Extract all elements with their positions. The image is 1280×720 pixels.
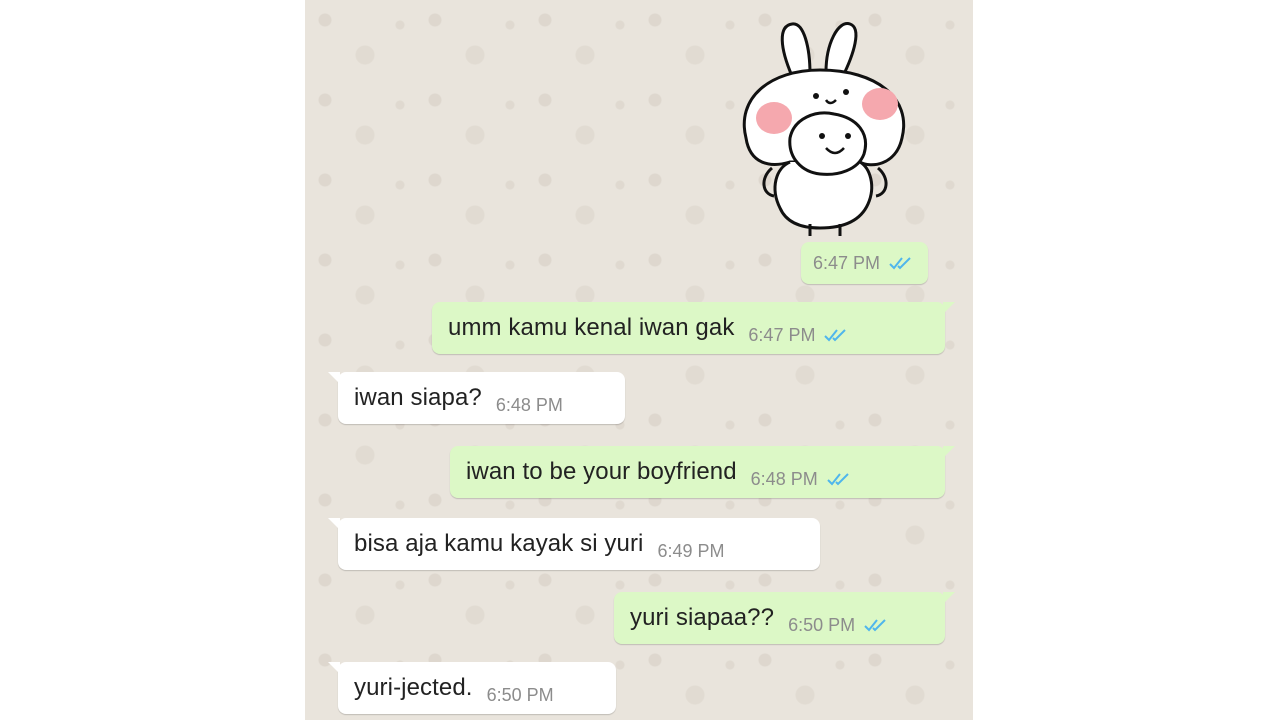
message-bubble-outgoing[interactable]: umm kamu kenal iwan gak 6:47 PM [432,302,955,354]
double-check-read-icon [823,327,851,343]
message-time: 6:47 PM [748,324,816,345]
message-time: 6:47 PM [813,252,881,273]
double-check-read-icon [863,617,891,633]
message-time: 6:50 PM [486,684,554,705]
message-text: iwan to be your boyfriend [466,458,737,485]
message-time: 6:49 PM [657,540,725,561]
message-time: 6:48 PM [750,468,818,489]
message-text: yuri-jected. [354,674,473,701]
message-bubble-incoming[interactable]: bisa aja kamu kayak si yuri 6:49 PM [328,518,820,570]
message-bubble-outgoing[interactable]: iwan to be your boyfriend 6:48 PM [450,446,955,498]
sticker-timestamp: 6:47 PM [801,242,929,284]
message-text: bisa aja kamu kayak si yuri [354,530,644,557]
message-bubble-incoming[interactable]: iwan siapa? 6:48 PM [328,372,625,424]
double-check-read-icon [888,255,916,271]
message-bubble-outgoing[interactable]: yuri siapaa?? 6:50 PM [614,592,955,644]
message-text: iwan siapa? [354,384,482,411]
message-time: 6:48 PM [495,394,563,415]
message-text: yuri siapaa?? [630,604,775,631]
message-time: 6:50 PM [788,614,856,635]
double-check-read-icon [826,471,854,487]
bunny-hug-sticker-icon[interactable] [730,18,920,238]
message-text: umm kamu kenal iwan gak [448,314,735,341]
message-bubble-incoming[interactable]: yuri-jected. 6:50 PM [328,662,616,714]
chat-panel: 6:47 PM umm kamu kenal iwan gak 6:47 PM … [305,0,973,720]
